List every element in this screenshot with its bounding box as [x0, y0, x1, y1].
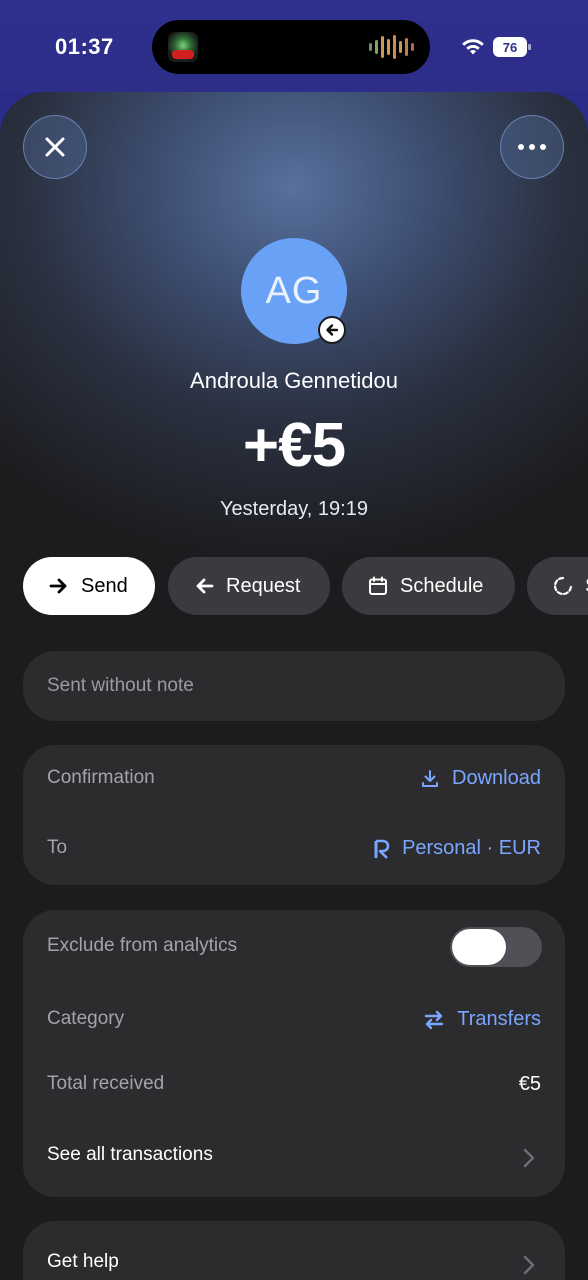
- category-value[interactable]: Transfers: [423, 1008, 541, 1031]
- help-card[interactable]: Get help: [23, 1221, 565, 1280]
- more-button[interactable]: [500, 115, 564, 179]
- note-card[interactable]: Sent without note: [23, 651, 565, 721]
- toggle-knob: [452, 929, 506, 965]
- category-label: Category: [47, 1008, 125, 1029]
- revolut-r-icon: [374, 839, 390, 859]
- battery-icon: 76: [493, 37, 531, 57]
- schedule-button[interactable]: Schedule: [342, 557, 515, 615]
- chevron-right-icon: [523, 1255, 535, 1275]
- see-all-transactions-row[interactable]: See all transactions: [23, 1136, 565, 1176]
- schedule-label: Schedule: [400, 574, 484, 597]
- send-button[interactable]: Send: [23, 557, 155, 615]
- action-buttons: Send Request Schedule S: [23, 557, 588, 615]
- exclude-analytics-label: Exclude from analytics: [47, 935, 238, 956]
- download-button[interactable]: Download: [420, 767, 541, 790]
- request-label: Request: [226, 574, 301, 597]
- to-account-value: Personal · EUR: [402, 837, 541, 859]
- total-received-value: €5: [518, 1073, 541, 1095]
- download-icon: [422, 769, 439, 787]
- exclude-analytics-toggle[interactable]: [450, 927, 542, 967]
- transaction-amount: +€5: [242, 411, 346, 480]
- wifi-icon: [462, 39, 484, 55]
- details-card: Confirmation Download To Personal · EUR: [23, 745, 565, 885]
- calendar-icon: [369, 576, 387, 595]
- note-text: Sent without note: [47, 675, 194, 696]
- request-button[interactable]: Request: [168, 557, 330, 615]
- get-help-label: Get help: [47, 1251, 119, 1272]
- total-received-row: Total received €5: [23, 1065, 565, 1105]
- status-time: 01:37: [55, 34, 114, 59]
- send-label: Send: [81, 574, 128, 597]
- incoming-arrow-icon: [318, 316, 346, 344]
- more-horizontal-icon: [518, 144, 546, 150]
- see-all-transactions-label: See all transactions: [47, 1144, 213, 1165]
- app-activity-icon: [168, 32, 198, 62]
- transfer-arrows-icon: [425, 1010, 444, 1029]
- chevron-right-icon: [523, 1148, 535, 1168]
- transaction-sheet: AG Androula Gennetidou +€5 Yesterday, 19…: [0, 92, 588, 1280]
- to-label: To: [47, 837, 68, 858]
- arrow-left-icon: [196, 578, 214, 594]
- analytics-card: Exclude from analytics Category Transfer…: [23, 910, 565, 1197]
- dynamic-island: [152, 20, 430, 74]
- download-label: Download: [452, 767, 541, 789]
- confirmation-label: Confirmation: [47, 767, 155, 788]
- to-row: To Personal · EUR: [23, 829, 565, 869]
- to-account-link[interactable]: Personal · EUR: [374, 837, 541, 860]
- category-row[interactable]: Category Transfers: [23, 1000, 565, 1040]
- transaction-date: Yesterday, 19:19: [220, 498, 368, 520]
- split-button[interactable]: S: [527, 557, 588, 615]
- status-bar: 01:37 76: [0, 0, 588, 92]
- counterparty-name: Androula Gennetidou: [190, 368, 398, 393]
- total-received-label: Total received: [47, 1073, 165, 1094]
- close-button[interactable]: [23, 115, 87, 179]
- arrow-right-icon: [49, 578, 67, 594]
- close-icon: [45, 137, 65, 157]
- battery-level: 76: [493, 37, 527, 57]
- confirmation-row: Confirmation Download: [23, 759, 565, 799]
- category-name: Transfers: [457, 1008, 541, 1030]
- get-help-row[interactable]: Get help: [23, 1243, 565, 1280]
- refresh-icon: [553, 576, 573, 596]
- audio-wave-icon: [369, 34, 414, 60]
